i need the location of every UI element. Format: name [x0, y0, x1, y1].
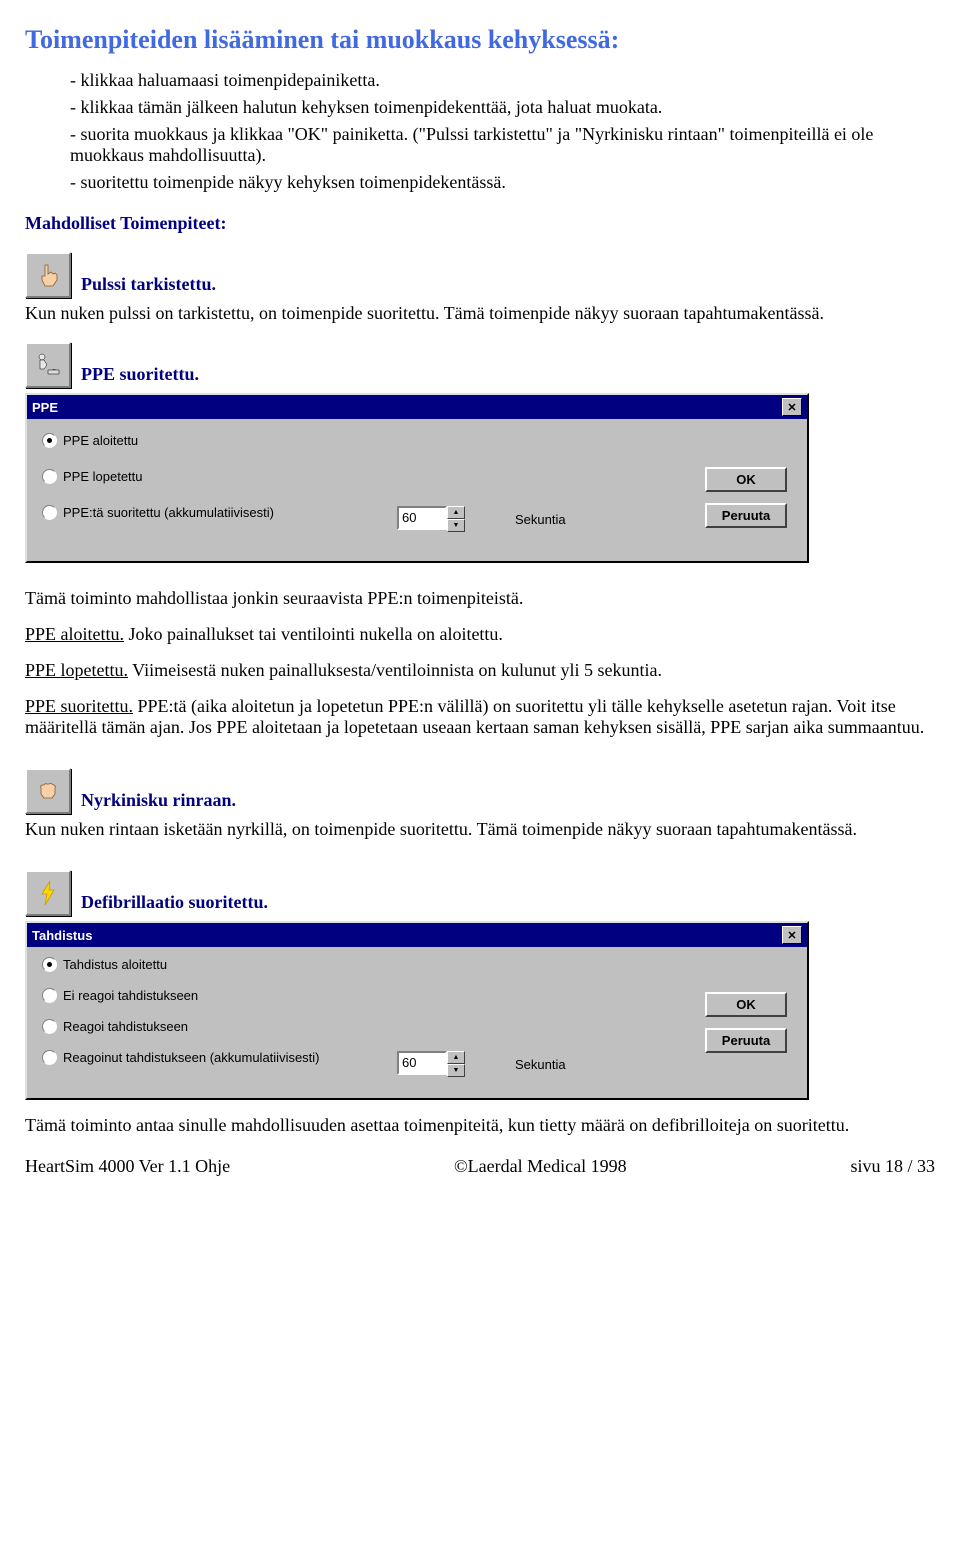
defib-radio-1[interactable]: Tahdistus aloitettu: [42, 955, 402, 973]
cancel-button[interactable]: Peruuta: [705, 1028, 787, 1053]
spinner-up-icon[interactable]: ▲: [447, 506, 465, 519]
step-2: - klikkaa tämän jälkeen halutun kehyksen…: [70, 97, 935, 118]
ppe-radio-1[interactable]: PPE aloitettu: [42, 431, 402, 449]
pulssi-row: Pulssi tarkistettu.: [25, 252, 935, 298]
step-3: - suorita muokkaus ja klikkaa "OK" paini…: [70, 124, 935, 166]
main-heading: Toimenpiteiden lisääminen tai muokkaus k…: [25, 25, 935, 55]
ok-button[interactable]: OK: [705, 467, 787, 492]
lightning-icon: [25, 870, 71, 916]
pulssi-title: Pulssi tarkistettu.: [81, 274, 216, 298]
ppe-dialog-titlebar: PPE ✕: [27, 395, 807, 419]
section-label: Mahdolliset Toimenpiteet:: [25, 213, 935, 234]
defib-title: Defibrillaatio suoritettu.: [81, 892, 268, 916]
defib-row: Defibrillaatio suoritettu.: [25, 870, 935, 916]
step-4: - suoritettu toimenpide näkyy kehyksen t…: [70, 172, 935, 193]
ppe-dialog-title-text: PPE: [32, 400, 58, 415]
spinner-down-icon[interactable]: ▼: [447, 1064, 465, 1077]
defib-dialog-titlebar: Tahdistus ✕: [27, 923, 807, 947]
page-footer: HeartSim 4000 Ver 1.1 Ohje ©Laerdal Medi…: [25, 1156, 935, 1177]
nyrkki-body: Kun nuken rintaan isketään nyrkillä, on …: [25, 819, 935, 840]
ppe-row: PPE suoritettu.: [25, 342, 935, 388]
ppe-radio-3[interactable]: PPE:tä suoritettu (akkumulatiivisesti): [42, 503, 402, 521]
ppe-line2: PPE lopetettu. Viimeisestä nuken painall…: [25, 660, 935, 681]
spinner-up-icon[interactable]: ▲: [447, 1051, 465, 1064]
defib-radio-3[interactable]: Reagoi tahdistukseen: [42, 1017, 402, 1035]
ppe-sekuntia-label: Sekuntia: [515, 512, 566, 527]
ppe-spinner[interactable]: 60 ▲ ▼: [397, 506, 465, 532]
cancel-button[interactable]: Peruuta: [705, 503, 787, 528]
footer-left: HeartSim 4000 Ver 1.1 Ohje: [25, 1156, 230, 1177]
defib-desc: Tämä toiminto antaa sinulle mahdollisuud…: [25, 1115, 935, 1136]
defib-sekuntia-label: Sekuntia: [515, 1057, 566, 1072]
ppe-dialog: PPE ✕ PPE aloitettu PPE lopetettu PPE:tä…: [25, 393, 809, 563]
fist-icon: [25, 768, 71, 814]
footer-center: ©Laerdal Medical 1998: [454, 1156, 627, 1177]
ppe-desc: Tämä toiminto mahdollistaa jonkin seuraa…: [25, 588, 935, 609]
pulssi-body: Kun nuken pulssi on tarkistettu, on toim…: [25, 303, 935, 324]
step-1: - klikkaa haluamaasi toimenpidepainikett…: [70, 70, 935, 91]
nyrkki-title: Nyrkinisku rinraan.: [81, 790, 236, 814]
ppe-line3: PPE suoritettu. PPE:tä (aika aloitetun j…: [25, 696, 935, 738]
defib-radio-2[interactable]: Ei reagoi tahdistukseen: [42, 986, 402, 1004]
ok-button[interactable]: OK: [705, 992, 787, 1017]
ppe-line1: PPE aloitettu. Joko painallukset tai ven…: [25, 624, 935, 645]
cpr-person-icon: [25, 342, 71, 388]
spinner-down-icon[interactable]: ▼: [447, 519, 465, 532]
ppe-radio-2[interactable]: PPE lopetettu: [42, 467, 402, 485]
close-icon[interactable]: ✕: [782, 398, 802, 416]
ppe-title: PPE suoritettu.: [81, 364, 199, 388]
defib-dialog-title-text: Tahdistus: [32, 928, 92, 943]
close-icon[interactable]: ✕: [782, 926, 802, 944]
defib-dialog: Tahdistus ✕ Tahdistus aloitettu Ei reago…: [25, 921, 809, 1100]
footer-right: sivu 18 / 33: [850, 1156, 935, 1177]
steps-block: - klikkaa haluamaasi toimenpidepainikett…: [25, 70, 935, 193]
hand-pointing-icon: [25, 252, 71, 298]
defib-spinner[interactable]: 60 ▲ ▼: [397, 1051, 465, 1077]
nyrkki-row: Nyrkinisku rinraan.: [25, 768, 935, 814]
defib-radio-4[interactable]: Reagoinut tahdistukseen (akkumulatiivise…: [42, 1048, 402, 1066]
